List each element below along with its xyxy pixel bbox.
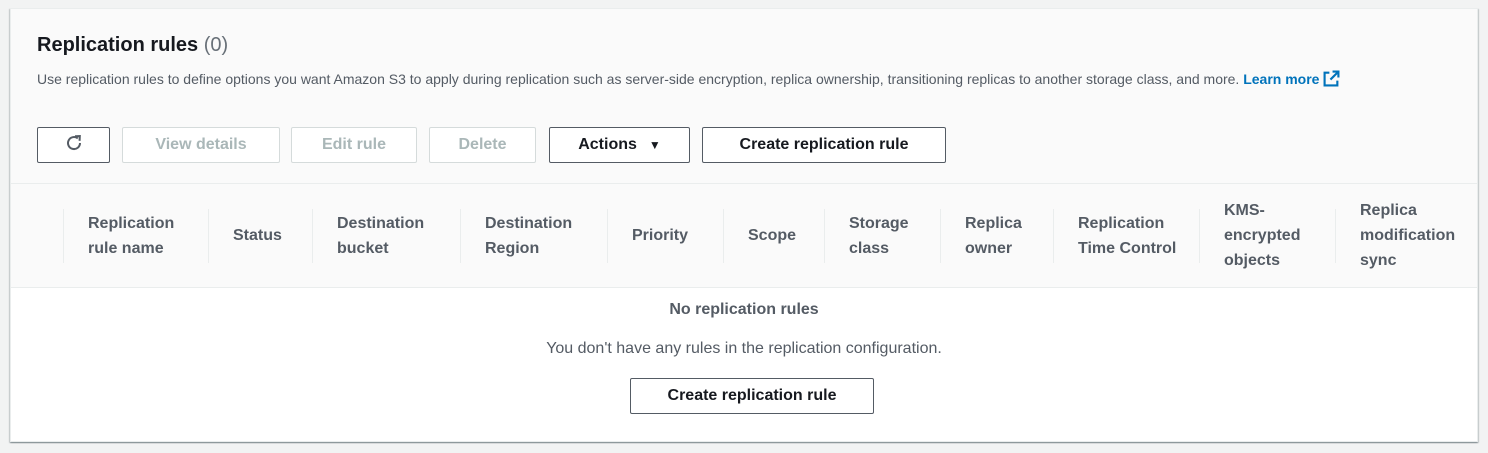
refresh-icon <box>64 133 84 158</box>
empty-state-description: You don't have any rules in the replicat… <box>546 340 942 357</box>
title-text: Replication rules <box>37 34 199 56</box>
rule-count: (0) <box>203 34 229 56</box>
table-header: Replication rule name Status Destination… <box>11 184 1477 288</box>
column-header-priority[interactable]: Priority <box>607 184 723 287</box>
column-header-destination-region[interactable]: Destination Region <box>460 184 607 287</box>
learn-more-link[interactable]: Learn more <box>1243 70 1340 87</box>
column-header-storage-class[interactable]: Storage class <box>824 184 940 287</box>
description-text: Use replication rules to define options … <box>37 71 1240 87</box>
external-link-icon <box>1323 70 1340 95</box>
description: Use replication rules to define options … <box>37 67 1417 95</box>
actions-label: Actions <box>578 136 637 153</box>
column-header-kms-encrypted-objects[interactable]: KMS-encrypted objects <box>1199 184 1335 287</box>
replication-rules-panel: Replication rules (0) Use replication ru… <box>10 8 1478 442</box>
refresh-button[interactable] <box>37 127 110 163</box>
panel-header: Replication rules (0) Use replication ru… <box>11 9 1477 184</box>
column-header-replication-time-control[interactable]: Replication Time Control <box>1053 184 1199 287</box>
caret-down-icon: ▼ <box>648 138 661 152</box>
column-header-destination-bucket[interactable]: Destination bucket <box>312 184 460 287</box>
column-header-status[interactable]: Status <box>208 184 312 287</box>
learn-more-label: Learn more <box>1243 71 1320 87</box>
delete-button[interactable]: Delete <box>429 127 536 163</box>
column-header-scope[interactable]: Scope <box>723 184 824 287</box>
actions-dropdown-button[interactable]: Actions ▼ <box>549 127 690 163</box>
empty-state-create-rule-button[interactable]: Create replication rule <box>630 378 874 414</box>
column-header-rule-name[interactable]: Replication rule name <box>63 184 208 287</box>
empty-state-title: No replication rules <box>669 301 819 318</box>
column-header-replica-owner[interactable]: Replica owner <box>940 184 1053 287</box>
edit-rule-button[interactable]: Edit rule <box>291 127 417 163</box>
view-details-button[interactable]: View details <box>122 127 280 163</box>
create-replication-rule-button[interactable]: Create replication rule <box>702 127 946 163</box>
column-header-replica-modification-sync[interactable]: Replica modification sync <box>1335 184 1477 287</box>
page-title: Replication rules (0) <box>37 34 228 57</box>
